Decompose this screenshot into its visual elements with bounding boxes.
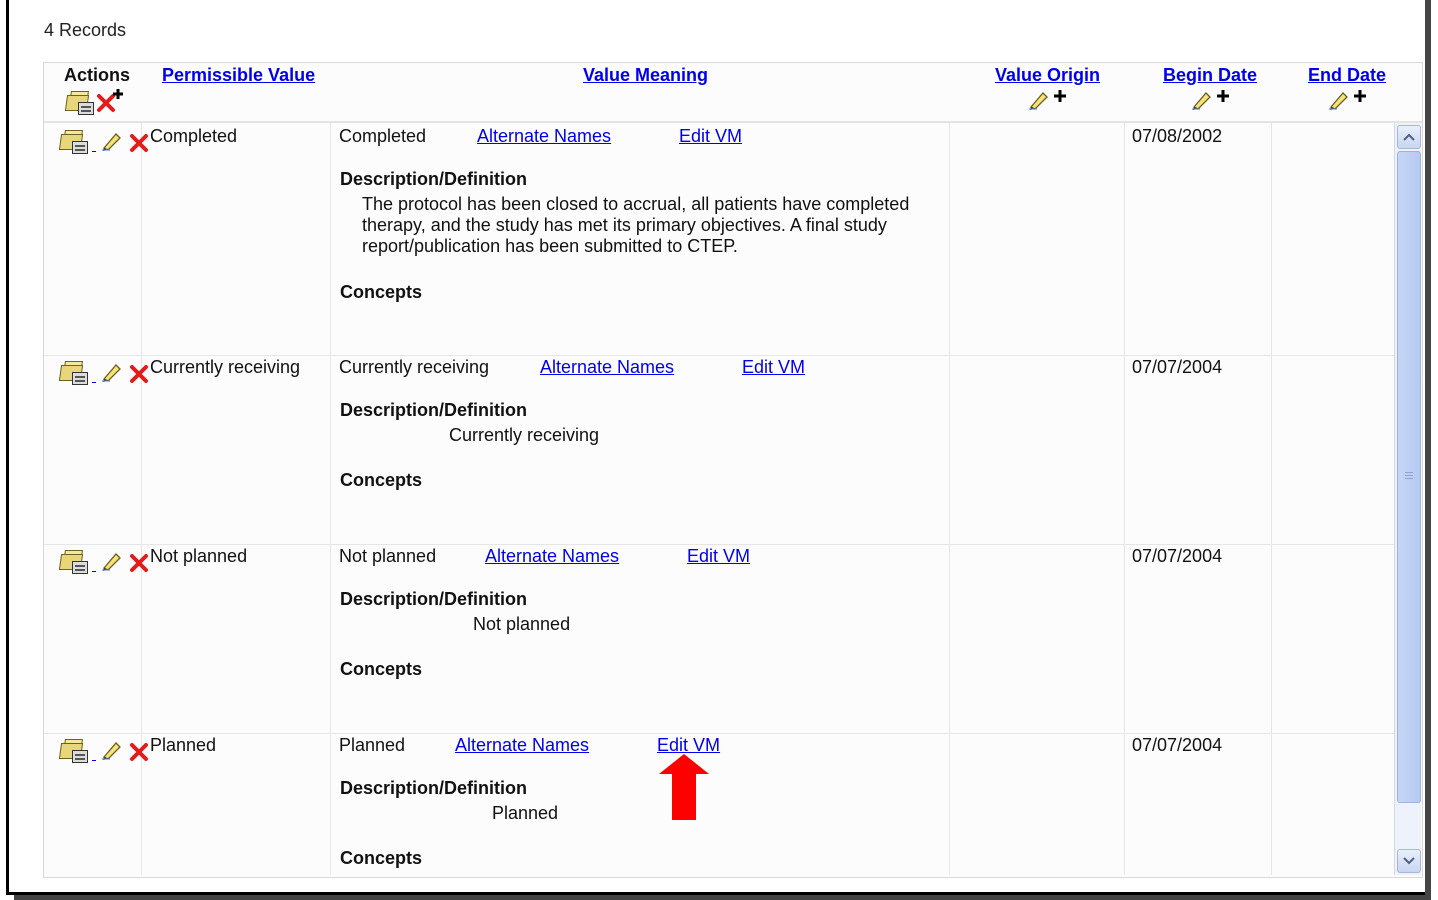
edit-vm-link[interactable]: Edit VM <box>687 546 750 567</box>
edit-pencil-icon[interactable] <box>100 739 124 763</box>
table-row: Planned Planned Alternate Names Edit VM … <box>44 733 1394 875</box>
edit-pencil-icon[interactable] <box>1027 89 1051 113</box>
concepts-heading: Concepts <box>340 470 423 490</box>
permissible-value: Not planned <box>150 546 248 566</box>
delete-x-icon[interactable] <box>128 132 150 154</box>
scrollbar-thumb[interactable] <box>1397 151 1421 803</box>
folder-view-icon[interactable] <box>58 359 88 385</box>
begin-date: 07/08/2002 <box>1132 126 1223 146</box>
add-plus-icon[interactable] <box>1216 89 1230 113</box>
row-actions <box>58 359 150 385</box>
delete-x-icon[interactable] <box>128 363 150 385</box>
description-heading: Description/Definition <box>340 778 528 798</box>
row-actions <box>58 128 150 154</box>
permissible-value: Currently receiving <box>150 357 301 377</box>
table-row: Not planned Not planned Alternate Names … <box>44 544 1394 733</box>
header-value-origin-icons <box>1027 89 1067 113</box>
table-header: Actions Permissible Value Value Meaning … <box>44 63 1422 123</box>
scroll-up-icon[interactable] <box>1397 125 1421 149</box>
delete-x-icon[interactable] <box>128 552 150 574</box>
edit-pencil-icon[interactable] <box>100 550 124 574</box>
description-line: The protocol has been closed to accrual,… <box>362 194 910 214</box>
description-text: Planned <box>492 803 558 824</box>
description-line: Not planned <box>473 614 571 634</box>
edit-vm-link[interactable]: Edit VM <box>679 126 742 147</box>
concepts-heading: Concepts <box>340 282 423 302</box>
delete-all-icon[interactable] <box>96 89 123 112</box>
permissible-value: Planned <box>150 735 217 755</box>
value-meaning-name: Not planned <box>339 546 437 566</box>
sort-value-meaning-link[interactable]: Value Meaning <box>583 65 708 85</box>
row-actions <box>58 737 150 763</box>
add-plus-icon[interactable] <box>1053 89 1067 113</box>
header-actions: Actions <box>64 65 131 85</box>
frame-shadow-bottom <box>14 895 1431 900</box>
alternate-names-link[interactable]: Alternate Names <box>540 357 674 378</box>
folder-view-icon[interactable] <box>58 737 88 763</box>
description-text: Currently receiving <box>449 425 599 446</box>
description-heading: Description/Definition <box>340 169 528 189</box>
add-plus-icon[interactable] <box>1353 89 1367 113</box>
header-value-origin[interactable]: Value Origin <box>995 65 1100 86</box>
edit-pencil-icon[interactable] <box>1327 89 1351 113</box>
value-meaning-name: Completed <box>339 126 427 146</box>
table-row: Currently receiving Currently receiving … <box>44 355 1394 544</box>
edit-pencil-icon[interactable] <box>100 361 124 385</box>
header-value-meaning[interactable]: Value Meaning <box>583 65 708 86</box>
edit-vm-link[interactable]: Edit VM <box>742 357 805 378</box>
sort-begin-date-link[interactable]: Begin Date <box>1163 65 1257 85</box>
sort-value-origin-link[interactable]: Value Origin <box>995 65 1100 85</box>
description-line: Currently receiving <box>449 425 600 445</box>
concepts-heading: Concepts <box>340 659 423 679</box>
permissible-values-table: Actions Permissible Value Value Meaning … <box>43 62 1423 878</box>
alternate-names-link[interactable]: Alternate Names <box>455 735 589 756</box>
frame-shadow <box>1425 0 1431 896</box>
begin-date: 07/07/2004 <box>1132 735 1223 755</box>
concepts-heading: Concepts <box>340 848 423 868</box>
description-line: report/publication has been submitted to… <box>362 236 738 256</box>
header-begin-date-icons <box>1190 89 1230 113</box>
table-row: Completed Completed Alternate Names Edit… <box>44 124 1394 354</box>
begin-date: 07/07/2004 <box>1132 357 1223 377</box>
sort-end-date-link[interactable]: End Date <box>1308 65 1386 85</box>
value-meaning-name: Currently receiving <box>339 357 490 377</box>
header-permissible-value[interactable]: Permissible Value <box>162 65 315 86</box>
delete-x-icon[interactable] <box>128 741 150 763</box>
edit-pencil-icon[interactable] <box>1190 89 1214 113</box>
scroll-down-icon[interactable] <box>1397 849 1421 873</box>
edit-pencil-icon[interactable] <box>100 130 124 154</box>
begin-date: 07/07/2004 <box>1132 546 1223 566</box>
folder-view-icon[interactable] <box>58 548 88 574</box>
alternate-names-link[interactable]: Alternate Names <box>477 126 611 147</box>
red-arrow-annotation <box>659 754 709 825</box>
permissible-value: Completed <box>150 126 238 146</box>
value-meaning-name: Planned <box>339 735 406 755</box>
description-text: Not planned <box>473 614 570 635</box>
vertical-scrollbar[interactable] <box>1394 123 1421 875</box>
description-heading: Description/Definition <box>340 589 528 609</box>
header-end-date-icons <box>1327 89 1367 113</box>
alternate-names-link[interactable]: Alternate Names <box>485 546 619 567</box>
header-end-date[interactable]: End Date <box>1308 65 1386 86</box>
row-actions <box>58 548 150 574</box>
description-line: Planned <box>492 803 559 823</box>
description-line: therapy, and the study has met its prima… <box>362 215 887 235</box>
sort-permissible-value-link[interactable]: Permissible Value <box>162 65 315 85</box>
header-begin-date[interactable]: Begin Date <box>1163 65 1257 86</box>
description-heading: Description/Definition <box>340 400 528 420</box>
edit-vm-link[interactable]: Edit VM <box>657 735 720 756</box>
records-count: 4 Records <box>44 20 127 40</box>
folder-view-icon[interactable] <box>64 89 94 115</box>
folder-view-icon[interactable] <box>58 128 88 154</box>
header-actions-icons <box>64 89 123 115</box>
description-text: The protocol has been closed to accrual,… <box>362 194 909 257</box>
